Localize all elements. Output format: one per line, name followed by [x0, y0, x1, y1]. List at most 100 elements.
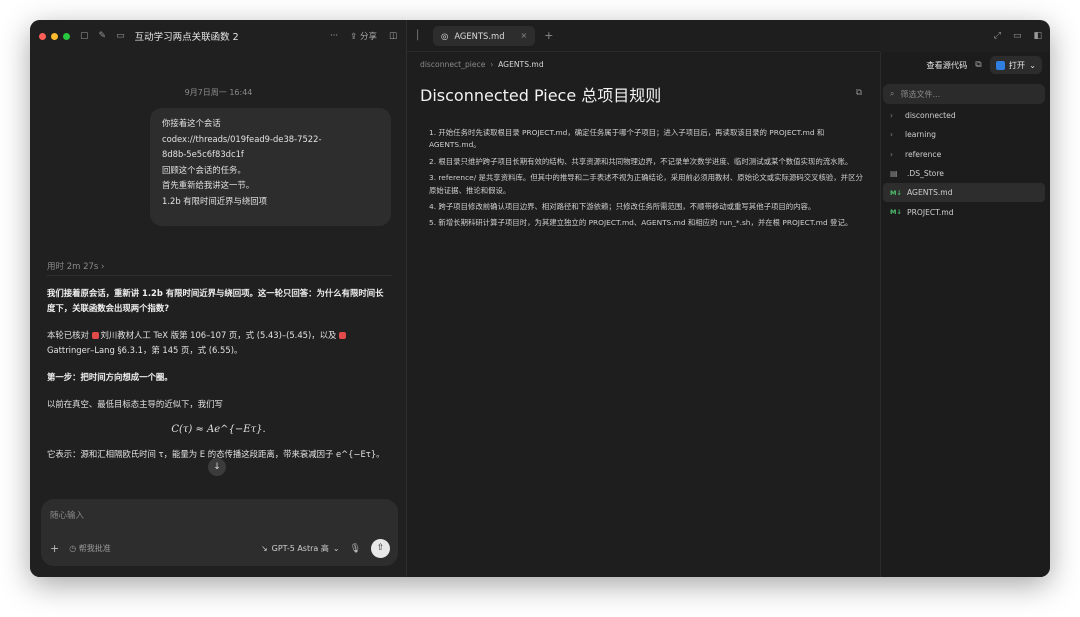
chat-icon: ▭ [116, 31, 125, 41]
chevron-right-icon: › [101, 262, 105, 272]
copy-path-icon[interactable]: ⧉ [975, 60, 981, 70]
user-message-line: 回顾这个会话的任务。 [162, 164, 246, 175]
markdown-icon: M↓ [890, 208, 902, 217]
reasoning-icon: ↘ [260, 544, 268, 553]
rule-item: 2. 根目录只维护跨子项目长期有效的结构、共享资源和共同物理边界，不记录单次数学… [429, 156, 853, 166]
chevron-right-icon: › [487, 60, 496, 69]
document-title: Disconnected Piece 总项目规则 [420, 86, 662, 105]
pdf-icon [91, 332, 99, 339]
source-link[interactable]: Gattringer–Lang §6.3.1，第 145 页，式 (6.55)。 [47, 345, 242, 355]
close-tab-icon[interactable]: × [521, 31, 528, 40]
window-controls-right: ⤢ ▭ ◧ [880, 20, 1050, 52]
chevron-right-icon: › [890, 130, 894, 140]
more-icon[interactable]: ··· [330, 31, 338, 41]
file-tree: › disconnected › learning › reference ▤ .DS_… [881, 106, 1049, 222]
composer-input[interactable]: 随心输入 [50, 509, 84, 521]
file-name: .DS_Store [907, 169, 944, 179]
file-name: reference [905, 149, 942, 159]
breadcrumb-parent[interactable]: disconnect_piece [420, 60, 485, 69]
message-date: 9月7日周一 16:44 [184, 88, 253, 97]
chevron-down-icon: ⌄ [1029, 60, 1036, 70]
math-formula: C(τ) ≈ Ae^{−Eτ}. [171, 424, 266, 435]
tab-label: AGENTS.md [454, 30, 505, 41]
send-button[interactable]: ⇧ [371, 539, 390, 558]
add-attachment-icon[interactable]: + [50, 542, 59, 555]
minimize-window-button[interactable] [51, 32, 58, 40]
file-pane: 查看源代码 ⧉ 打开 ⌄ ⌕ 筛选文件... › disconnected › le… [880, 52, 1050, 577]
markdown-icon: M↓ [890, 188, 902, 197]
chat-title: 互动学习两点关联函数 2 [134, 32, 239, 43]
chat-titlebar: ▢ ✎ ▭ 互动学习两点关联函数 2 ··· ⇪ 分享 ◫ [30, 20, 407, 52]
composer[interactable]: 随心输入 + ◷ 帮我批准 ↘ GPT-5 Astra 高 ⌄ 🎙︎ ⇧ [41, 499, 398, 566]
assistant-paragraph: 我们接着原会话，重新讲 1.2b 有限时间近界与绕回项。这一轮只回答：为什么有限… [47, 288, 384, 313]
divider [47, 275, 392, 276]
assistant-paragraph: 第一步：把时间方向想成一个圈。 [47, 372, 173, 382]
open-in-editor-button[interactable]: 打开 ⌄ [989, 56, 1042, 74]
copy-icon[interactable]: ⧉ [856, 88, 862, 98]
tab-agents-md[interactable]: ◎ AGENTS.md × [433, 25, 536, 46]
user-message-line: 你接着这个会话 [162, 118, 221, 128]
file-tree-item-project-md[interactable]: M↓ PROJECT.md [881, 202, 1049, 221]
rule-item: 4. 跨子项目修改前确认项目边界、相对路径和下游依赖；只修改任务所需范围，不顺带… [429, 202, 816, 212]
model-label: GPT-5 Astra 高 [271, 544, 329, 553]
panel-toggle-icon[interactable]: ◫ [389, 31, 397, 41]
rules-list: 1. 开始任务时先读取根目录 PROJECT.md，确定任务属于哪个子项目；进入… [429, 127, 869, 234]
rule-item: 5. 新增长期科研计算子项目时，为其建立独立的 PROJECT.md、AGENT… [429, 218, 853, 228]
chat-pane: ▢ ✎ ▭ 互动学习两点关联函数 2 ··· ⇪ 分享 ◫ 9月7日周一 16:… [30, 20, 407, 577]
zoom-window-button[interactable] [63, 32, 70, 40]
assistant-paragraph: 以前在真空、最低目标态主导的近似下，我们写 [47, 399, 223, 409]
file-tree-item-ds-store[interactable]: ▤ .DS_Store [881, 164, 1049, 183]
rule-item: 3. reference/ 是共享资料库。但其中的推导和二手表述不视为正确结论，… [429, 173, 863, 195]
file-name: learning [905, 130, 936, 140]
source-intro: 本轮已核对 [47, 330, 89, 340]
assistant-message: 我们接着原会话，重新讲 1.2b 有限时间近界与绕回项。这一轮只回答：为什么有限… [47, 286, 390, 474]
search-icon: ⌕ [890, 89, 895, 98]
filter-files-input[interactable]: ⌕ 筛选文件... [883, 84, 1045, 104]
new-chat-icon[interactable]: ✎ [99, 31, 107, 41]
source-link[interactable]: 刘川教材人工 TeX 版第 106–107 页，式 (5.43)–(5.45)，… [101, 330, 337, 340]
user-message-bubble: 你接着这个会话 codex://threads/019fead9-de38-75… [150, 108, 391, 226]
share-label: 分享 [359, 32, 377, 42]
worked-duration-label: 用时 2m 27s [47, 262, 99, 272]
file-tree-item-reference[interactable]: › reference [881, 145, 1049, 164]
user-message-line: codex://threads/019fead9-de38-7522- [162, 133, 322, 144]
new-tab-button[interactable]: + [544, 29, 553, 42]
open-label: 打开 [1008, 60, 1026, 70]
worked-duration-toggle[interactable]: 用时 2m 27s › [47, 260, 104, 272]
app-window: ▢ ✎ ▭ 互动学习两点关联函数 2 ··· ⇪ 分享 ◫ 9月7日周一 16:… [30, 20, 1050, 577]
file-tree-item-agents-md[interactable]: M↓ AGENTS.md [883, 183, 1045, 203]
share-button[interactable]: ⇪ 分享 [350, 30, 377, 42]
chevron-right-icon: › [890, 149, 894, 159]
user-message-line: 8d8b-5e5c6f83dc1f [162, 149, 244, 160]
rule-item: 1. 开始任务时先读取根目录 PROJECT.md，确定任务属于哪个子项目；进入… [429, 128, 825, 150]
file-actions: 查看源代码 ⧉ 打开 ⌄ [881, 52, 1050, 78]
traffic-lights [39, 32, 70, 40]
file-icon: ◎ [441, 30, 449, 41]
file-name: PROJECT.md [907, 207, 954, 217]
close-window-button[interactable] [39, 32, 46, 40]
sidebar-toggle-icon[interactable]: ▢ [80, 31, 89, 41]
user-message-line: 1.2b 有限时间近界与绕回项 [162, 195, 268, 206]
expand-icon[interactable]: ⤢ [994, 31, 1001, 41]
file-tree-item-learning[interactable]: › learning [881, 125, 1049, 144]
view-source-button[interactable]: 查看源代码 [926, 59, 967, 71]
vscode-icon [995, 60, 1005, 70]
filter-placeholder: 筛选文件... [900, 89, 941, 99]
editor-pane: │ ◎ AGENTS.md × + disconnect_piece › AGE… [407, 20, 880, 577]
toggle-sidebar-icon[interactable]: │ [415, 31, 427, 41]
microphone-icon[interactable]: 🎙︎ [350, 544, 361, 554]
pdf-icon [339, 332, 347, 339]
file-name: AGENTS.md [907, 188, 953, 198]
chevron-right-icon: › [890, 111, 894, 121]
tab-bar: │ ◎ AGENTS.md × + [407, 20, 880, 52]
breadcrumb-current: AGENTS.md [498, 60, 544, 69]
terminal-icon[interactable]: ▭ [1013, 31, 1022, 41]
file-tree-item-disconnected[interactable]: › disconnected [881, 106, 1049, 125]
scroll-down-button[interactable]: ↓ [208, 458, 226, 476]
assistant-paragraph: 本轮已核对 刘川教材人工 TeX 版第 106–107 页，式 (5.43)–(… [47, 328, 390, 358]
model-selector[interactable]: ↘ GPT-5 Astra 高 ⌄ [261, 543, 340, 554]
access-mode-button[interactable]: ◷ 帮我批准 [69, 543, 111, 554]
document-icon: ▤ [890, 169, 898, 179]
split-view-icon[interactable]: ◧ [1033, 31, 1042, 41]
chevron-down-icon: ⌄ [332, 544, 340, 553]
